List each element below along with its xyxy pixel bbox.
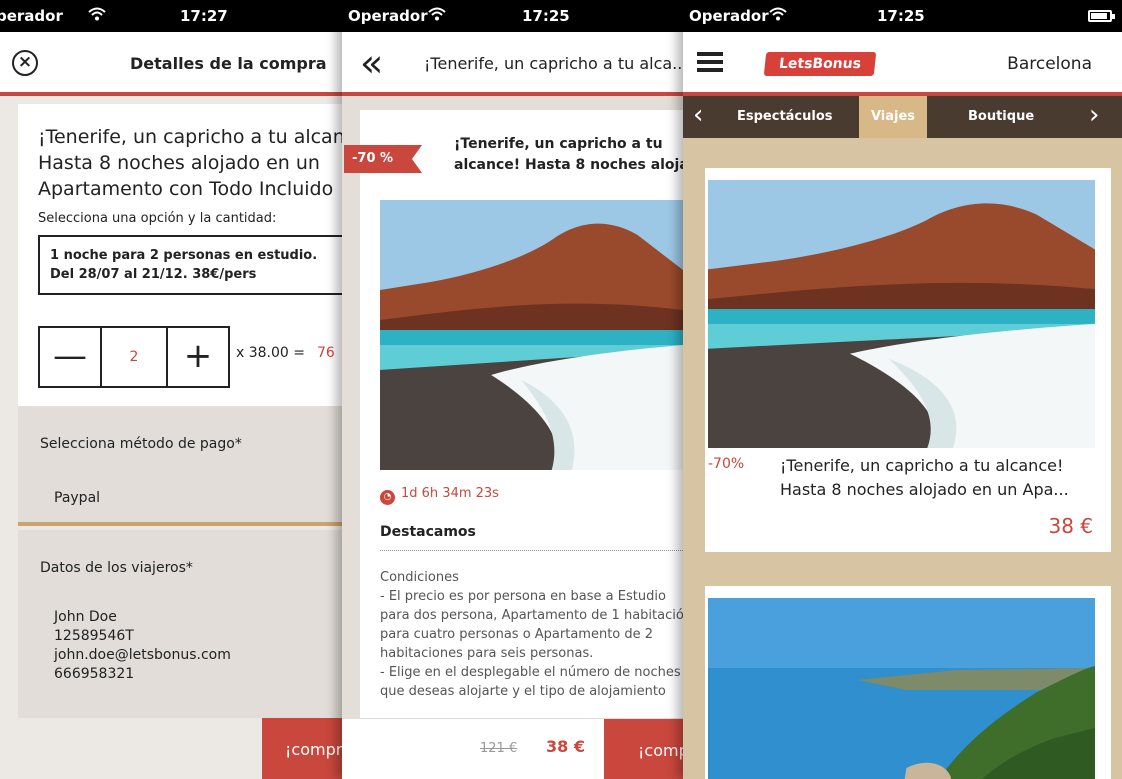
- page-title: Detalles de la compra: [130, 54, 327, 73]
- status-bar: Operador 17:25: [683, 0, 1122, 32]
- traveler-name: John Doe: [54, 609, 117, 625]
- page-title: ¡Tenerife, un capricho a tu alca...: [424, 54, 683, 73]
- deal-title: ¡Tenerife, un capricho a tu alcance! Has…: [780, 456, 1069, 499]
- carrier-label: perador: [0, 7, 63, 25]
- deal-headline: ¡Tenerife, un capricho a tu alcance! Has…: [454, 136, 683, 173]
- tab-espectaculos[interactable]: Espectáculos: [725, 96, 845, 138]
- deal-price: 38 €: [1048, 514, 1093, 538]
- city-selector[interactable]: Barcelona: [1007, 54, 1092, 74]
- payment-method-value[interactable]: Paypal: [54, 490, 342, 506]
- status-bar: Operador 17:25: [342, 0, 683, 32]
- deals-listing-screen: Operador 17:25 LetsBonus Barcelona ‹ Esp…: [683, 0, 1122, 779]
- status-time: 17:25: [877, 7, 925, 25]
- deal-card[interactable]: [705, 586, 1111, 779]
- deal-content: ¡Tenerife, un capricho a tu alcance! Has…: [360, 110, 683, 718]
- logo[interactable]: LetsBonus: [763, 52, 877, 76]
- deal-image: [708, 180, 1095, 448]
- traveler-email: john.doe@letsbonus.com: [54, 647, 231, 663]
- quantity-value[interactable]: 2: [102, 326, 166, 388]
- close-icon[interactable]: ×: [12, 50, 38, 76]
- discount-label: -70%: [708, 456, 745, 472]
- menu-icon[interactable]: [697, 52, 723, 72]
- travelers-section[interactable]: Datos de los viajeros* John Doe 12589546…: [18, 530, 342, 718]
- nav-bar: LetsBonus Barcelona: [683, 32, 1122, 96]
- nav-bar: × Detalles de la compra: [0, 32, 342, 96]
- wifi-icon: [428, 6, 446, 26]
- carrier-label: Operador: [689, 7, 769, 25]
- wifi-icon: [88, 6, 106, 26]
- conditions-text: Condiciones - El precio es por persona e…: [380, 570, 683, 699]
- discount-badge: -70 %: [344, 145, 422, 173]
- back-icon[interactable]: «: [360, 44, 383, 82]
- highlights-heading: Destacamos: [380, 524, 476, 540]
- increment-button[interactable]: +: [166, 326, 230, 388]
- countdown-timer: ◔ 1d 6h 34m 23s: [380, 486, 499, 505]
- price-calculation: x 38.00 = 76: [236, 345, 335, 361]
- carrier-label: Operador: [348, 7, 428, 25]
- traveler-phone: 666958321: [54, 666, 135, 682]
- chevron-left-icon[interactable]: ‹: [693, 102, 703, 128]
- deal-detail-screen: Operador 17:25 « ¡Tenerife, un capricho …: [342, 0, 683, 779]
- category-tabs: ‹ Espectáculos Viajes Boutique ›: [683, 96, 1122, 138]
- travelers-label: Datos de los viajeros*: [40, 560, 193, 576]
- traveler-details: John Doe 12589546T john.doe@letsbonus.co…: [54, 608, 342, 684]
- purchase-details-screen: perador 17:27 × Detalles de la compra ¡T…: [0, 0, 342, 779]
- tab-boutique[interactable]: Boutique: [956, 96, 1046, 138]
- buy-button[interactable]: ¡comprar!: [604, 719, 683, 779]
- unit-price-label: x 38.00 =: [236, 345, 305, 361]
- total-price: 76: [317, 345, 335, 361]
- status-time: 17:25: [522, 7, 570, 25]
- status-bar: perador 17:27: [0, 0, 342, 32]
- deal-image: [708, 598, 1095, 779]
- battery-icon: [1088, 10, 1115, 22]
- deal-price: 38 €: [546, 737, 585, 756]
- nav-bar: « ¡Tenerife, un capricho a tu alca...: [342, 32, 683, 96]
- clock-icon: ◔: [380, 490, 395, 505]
- tab-viajes[interactable]: Viajes: [859, 96, 927, 138]
- purchase-bar: 121 € 38 € ¡comprar!: [342, 718, 683, 779]
- original-price: 121 €: [480, 741, 518, 756]
- deal-card[interactable]: -70% ¡Tenerife, un capricho a tu alcance…: [705, 168, 1111, 552]
- traveler-id: 12589546T: [54, 628, 134, 644]
- deal-image: [380, 200, 683, 470]
- quantity-stepper: — 2 +: [38, 326, 230, 388]
- option-select[interactable]: 1 noche para 2 personas en estudio. Del …: [38, 235, 342, 295]
- buy-button[interactable]: ¡comprar!: [262, 718, 342, 779]
- divider: [380, 550, 683, 551]
- option-select-label: Selecciona una opción y la cantidad:: [38, 211, 277, 226]
- countdown-value: 1d 6h 34m 23s: [401, 486, 499, 501]
- payment-label: Selecciona método de pago*: [40, 436, 242, 452]
- payment-section[interactable]: Selecciona método de pago* Paypal: [18, 406, 342, 526]
- purchase-card: ¡Tenerife, un capricho a tu alcance! Has…: [18, 104, 342, 406]
- decrement-button[interactable]: —: [38, 326, 102, 388]
- option-select-value: 1 noche para 2 personas en estudio. Del …: [50, 248, 318, 282]
- status-time: 17:27: [180, 7, 228, 25]
- deal-title: ¡Tenerife, un capricho a tu alcance! Has…: [38, 126, 342, 200]
- wifi-icon: [769, 6, 787, 26]
- chevron-right-icon[interactable]: ›: [1089, 102, 1099, 128]
